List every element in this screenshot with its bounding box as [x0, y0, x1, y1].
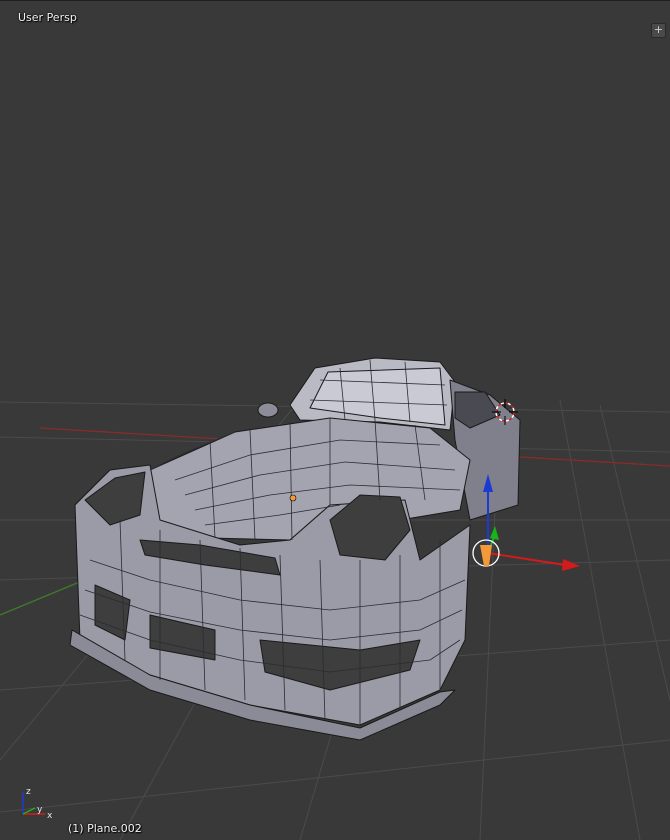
axis-orientation-icon: z y x — [22, 787, 53, 821]
3d-viewport[interactable]: z y x User Persp (1) Plane.002 + — [0, 0, 670, 840]
axis-x-label: x — [47, 811, 53, 821]
object-origin-icon[interactable] — [289, 494, 297, 502]
add-toggle-icon[interactable]: + — [651, 23, 666, 38]
car-mesh[interactable] — [69, 357, 521, 741]
viewport-scene[interactable]: z y x — [0, 0, 670, 840]
transform-gizmo-icon[interactable] — [472, 474, 580, 571]
axis-z-label: z — [26, 787, 31, 797]
axis-y-label: y — [37, 805, 43, 815]
